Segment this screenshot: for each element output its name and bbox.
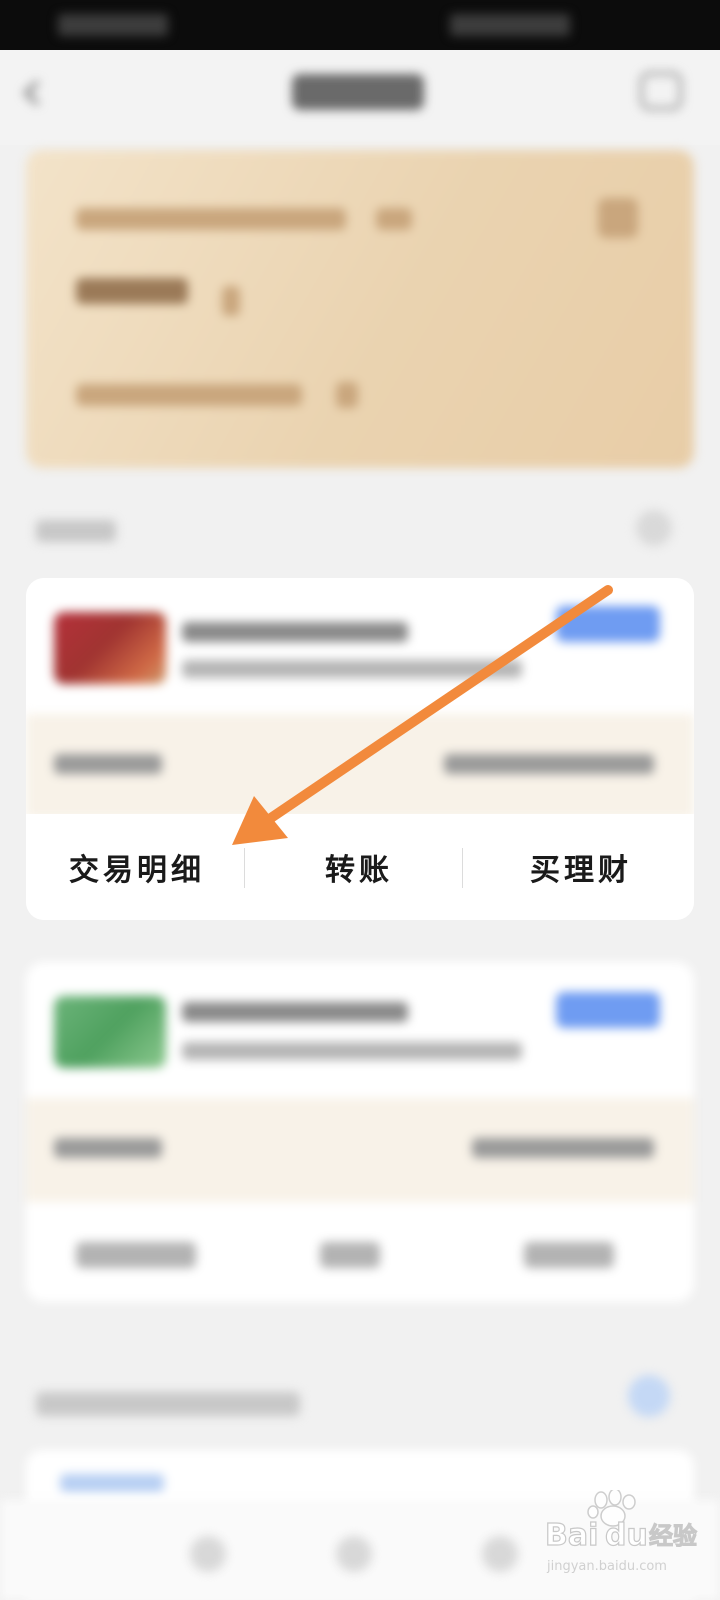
balance-value (472, 1138, 654, 1158)
card-number (182, 622, 408, 642)
watermark-brand-2: du (605, 1518, 648, 1553)
status-bar (0, 0, 720, 50)
card-action-row: 交易明细 转账 买理财 (26, 814, 694, 920)
promo-arrow-icon[interactable] (628, 1375, 670, 1417)
watermark-url: jingyan.baidu.com (546, 1559, 667, 1574)
card-image (54, 612, 166, 684)
baidu-jingyan-watermark: Bai du 经验 jingyan.baidu.com (545, 1490, 698, 1574)
watermark-product: 经验 (649, 1522, 697, 1550)
chevron-right-icon (222, 286, 240, 316)
card-action-row (26, 1202, 694, 1302)
bank-card-1: 交易明细 转账 买理财 (26, 578, 694, 920)
balance-label (54, 754, 162, 774)
status-time (58, 14, 168, 36)
transfer-button[interactable]: 转账 (248, 814, 470, 920)
card-number (182, 1002, 408, 1022)
balance-row[interactable] (26, 1098, 694, 1202)
summary-caption (76, 208, 346, 230)
asset-summary-card[interactable] (26, 150, 694, 468)
more-options-icon[interactable] (640, 72, 682, 110)
info-icon (336, 382, 358, 408)
back-arrow-icon[interactable] (18, 78, 48, 108)
status-icons (450, 14, 570, 36)
action-divider (244, 848, 245, 888)
card-type (182, 660, 522, 678)
balance-value (444, 754, 654, 774)
action-divider (462, 848, 463, 888)
card-type (182, 1042, 522, 1060)
tab-mine-icon[interactable] (482, 1536, 518, 1572)
eye-toggle-icon[interactable] (376, 208, 412, 230)
card-tag-badge (556, 606, 660, 642)
transaction-details-button[interactable] (76, 1242, 196, 1268)
promo-section-title (36, 1392, 300, 1416)
summary-amount (76, 278, 188, 304)
buy-wealth-product-button[interactable] (524, 1242, 614, 1268)
bank-card-2[interactable] (26, 962, 694, 1302)
card-header[interactable] (26, 962, 694, 1098)
card-tag-badge (556, 992, 660, 1028)
balance-row[interactable] (26, 714, 694, 818)
card-image (54, 996, 166, 1068)
balance-label (54, 1138, 162, 1158)
promo-tag (60, 1474, 164, 1492)
watermark-brand: Bai (545, 1518, 598, 1553)
transaction-details-button[interactable]: 交易明细 (26, 814, 248, 920)
card-settings-icon[interactable] (598, 198, 638, 238)
tab-wealth-icon[interactable] (336, 1536, 372, 1572)
tab-home-icon[interactable] (190, 1536, 226, 1572)
buy-wealth-product-button[interactable]: 买理财 (470, 814, 692, 920)
section-title (36, 520, 116, 542)
page-title (292, 74, 424, 110)
summary-subtext (76, 384, 302, 406)
section-settings-icon[interactable] (636, 510, 672, 546)
card-header[interactable] (26, 578, 694, 714)
transfer-button[interactable] (320, 1242, 380, 1268)
